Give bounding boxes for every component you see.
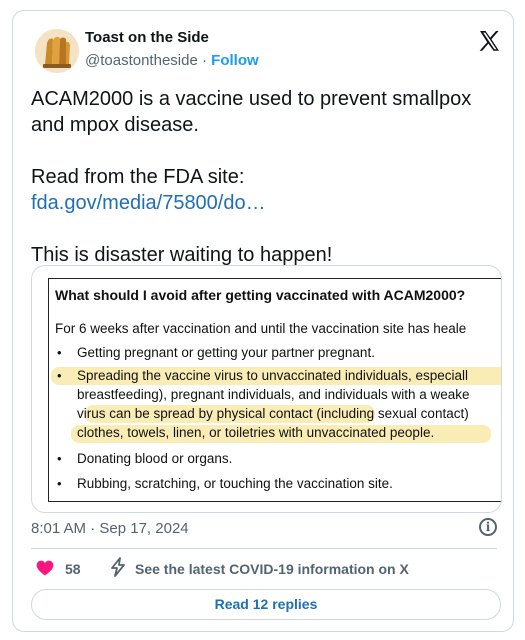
document-excerpt: What should I avoid after getting vaccin… [48,278,501,502]
info-icon[interactable]: i [479,518,497,536]
toast-avatar-icon [35,29,79,73]
tweet-date: Sep 17, 2024 [99,520,189,537]
author-name[interactable]: Toast on the Side [85,29,209,46]
bullet-text: Spreading the vaccine virus to unvaccina… [77,368,468,383]
bullet-text: virus can be spread by physical contact … [77,406,469,421]
covid-info-link[interactable]: See the latest COVID-19 information on X [135,561,409,577]
heart-icon[interactable] [35,558,55,578]
tweet-text: ACAM2000 is a vaccine used to prevent sm… [31,86,501,268]
bullet-text: Donating blood or organs. [77,451,233,466]
bullet-text: Getting pregnant or getting your partner… [77,345,375,360]
document-intro: For 6 weeks after vaccination and until … [55,321,467,336]
bullet-text: clothes, towels, linen, or toiletries wi… [77,425,435,440]
bullet-marker: • [57,345,62,360]
divider [31,548,497,549]
bullet-marker: • [57,451,62,466]
tweet-time: 8:01 AM [31,520,87,537]
like-count[interactable]: 58 [65,561,81,577]
lightning-bolt-icon[interactable] [109,557,127,577]
fda-link[interactable]: fda.gov/media/75800/do… [31,190,501,216]
author-handle[interactable]: @toastontheside [85,52,198,69]
document-title: What should I avoid after getting vaccin… [55,287,466,303]
handle-separator: · [201,52,207,69]
avatar[interactable] [35,29,79,73]
bullet-marker: • [57,476,62,491]
tweet-line-1: ACAM2000 is a vaccine used to prevent sm… [31,88,472,110]
bullet-text: breastfeeding), pregnant individuals, an… [77,387,470,402]
attached-image[interactable]: What should I avoid after getting vaccin… [31,265,502,513]
bullet-marker: • [57,368,62,383]
bullet-text: Rubbing, scratching, or touching the vac… [77,476,393,491]
author-handle-row: @toastontheside · Follow [85,52,259,69]
timestamp[interactable]: 8:01 AM · Sep 17, 2024 [31,520,189,537]
x-logo-icon[interactable] [477,29,503,55]
tweet-line-2: and mpox disease. [31,114,199,136]
follow-button[interactable]: Follow [211,52,259,69]
read-from-line: Read from the FDA site: [31,166,245,188]
meta-separator: · [90,520,96,537]
read-replies-button[interactable]: Read 12 replies [31,589,501,620]
tweet-card: Toast on the Side @toastontheside · Foll… [12,10,514,632]
